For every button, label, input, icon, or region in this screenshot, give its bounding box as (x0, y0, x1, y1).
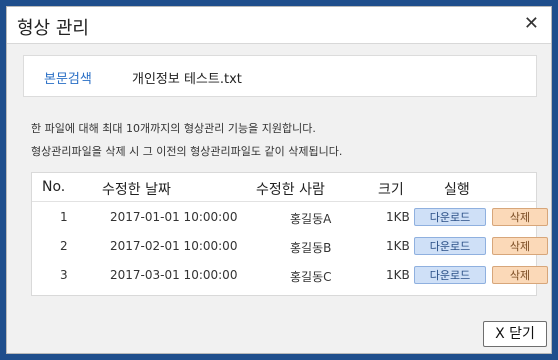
file-name: 개인정보 테스트.txt (132, 72, 242, 87)
delete-button[interactable]: 삭제 (492, 208, 548, 226)
notice-delete-warning: 형상관리파일을 삭제 시 그 이전의 형상관리파일도 같이 삭제됩니다. (31, 145, 343, 158)
column-header-modified-date: 수정한 날짜 (102, 182, 171, 198)
download-button[interactable]: 다운로드 (414, 208, 486, 226)
table-row: 2 2017-02-01 10:00:00 홍길동B 1KB 다운로드 삭제 (32, 234, 548, 260)
delete-button[interactable]: 삭제 (492, 266, 548, 284)
row-date: 2017-01-01 10:00:00 (110, 210, 238, 224)
table-row: 1 2017-01-01 10:00:00 홍길동A 1KB 다운로드 삭제 (32, 205, 548, 231)
version-management-dialog: 형상 관리 ✕ 본문검색 개인정보 테스트.txt 한 파일에 대해 최대 10… (6, 6, 552, 354)
row-size: 1KB (386, 239, 410, 253)
column-header-actions: 실행 (444, 182, 470, 198)
column-header-modified-by: 수정한 사람 (256, 182, 325, 198)
dialog-titlebar: 형상 관리 ✕ (7, 7, 551, 44)
delete-button[interactable]: 삭제 (492, 237, 548, 255)
row-number: 1 (60, 210, 68, 224)
dialog-title: 형상 관리 (17, 18, 89, 39)
file-info-panel: 본문검색 개인정보 테스트.txt (23, 55, 537, 97)
row-size: 1KB (386, 268, 410, 282)
row-number: 3 (60, 268, 68, 282)
table-row: 3 2017-03-01 10:00:00 홍길동C 1KB 다운로드 삭제 (32, 263, 548, 289)
notice-max-versions: 한 파일에 대해 최대 10개까지의 형상관리 기능을 지원합니다. (31, 122, 316, 135)
row-number: 2 (60, 239, 68, 253)
download-button[interactable]: 다운로드 (414, 266, 486, 284)
row-user: 홍길동A (290, 212, 332, 226)
row-user: 홍길동C (290, 270, 332, 284)
body-search-link[interactable]: 본문검색 (44, 68, 92, 87)
download-button[interactable]: 다운로드 (414, 237, 486, 255)
table-header: No. 수정한 날짜 수정한 사람 크기 실행 (32, 173, 536, 202)
row-size: 1KB (386, 210, 410, 224)
row-user: 홍길동B (290, 241, 332, 255)
row-date: 2017-02-01 10:00:00 (110, 239, 238, 253)
column-header-no: No. (42, 179, 66, 195)
column-header-size: 크기 (378, 182, 404, 198)
version-table: No. 수정한 날짜 수정한 사람 크기 실행 1 2017-01-01 10:… (31, 172, 548, 296)
close-button[interactable]: X 닫기 (483, 321, 547, 347)
row-date: 2017-03-01 10:00:00 (110, 268, 238, 282)
close-icon[interactable]: ✕ (524, 13, 539, 34)
